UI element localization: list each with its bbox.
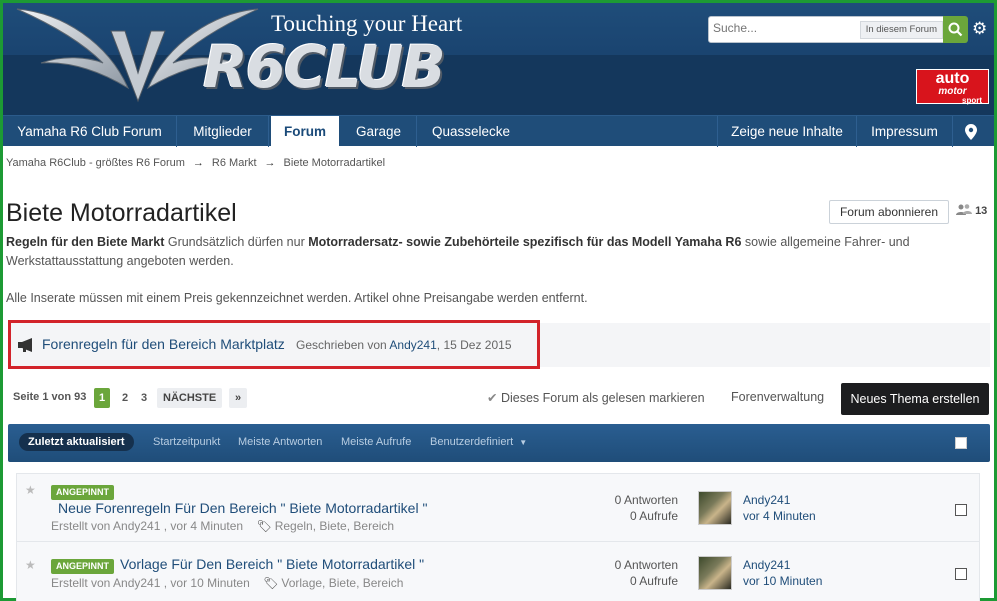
last-page-button[interactable]: » [229, 388, 247, 408]
thread-select-checkbox[interactable] [955, 568, 967, 580]
avatar[interactable] [698, 491, 732, 525]
breadcrumb-separator: → [192, 157, 204, 169]
last-post-info: Andy241 vor 4 Minuten [743, 492, 816, 524]
desc-text-1: Grundsätzlich dürfen nur [164, 235, 309, 249]
star-icon[interactable]: ★ [25, 483, 36, 497]
pinned-badge: ANGEPINNT [51, 485, 115, 500]
reply-count: 0 Antworten [614, 493, 678, 507]
mark-read-label: Dieses Forum als gelesen markieren [500, 391, 705, 405]
search-button[interactable] [943, 16, 968, 43]
new-thread-button[interactable]: Neues Thema erstellen [841, 383, 989, 415]
thread-stats: 0 Antworten 0 Aufrufe [578, 492, 678, 524]
subscribe-forum-button[interactable]: Forum abonnieren [829, 200, 949, 224]
page-title: Biete Motorradartikel [6, 199, 237, 227]
announcement-title[interactable]: Forenregeln für den Bereich Marktplatz [42, 336, 285, 352]
thread-divider [16, 541, 980, 542]
watchers-number: 13 [975, 205, 988, 217]
filter-tab-last-updated[interactable]: Zuletzt aktualisiert [19, 433, 134, 451]
page-3-button[interactable]: 3 [136, 388, 152, 408]
reply-count: 0 Antworten [614, 558, 678, 572]
filter-tab-custom[interactable]: Benutzerdefiniert ▼ [430, 436, 527, 448]
announcement-date: , 15 Dez 2015 [436, 338, 512, 352]
nav-item-impressum[interactable]: Impressum [857, 116, 953, 147]
thread-starter-info[interactable]: Erstellt von Andy241 , vor 4 Minuten [51, 519, 243, 533]
thread-title-link[interactable]: Neue Forenregeln Für Den Bereich " Biete… [58, 500, 427, 516]
filter-tab-most-views[interactable]: Meiste Aufrufe [341, 436, 411, 448]
thread-tags[interactable]: Vorlage, Biete, Bereich [281, 576, 403, 590]
view-count: 0 Aufrufe [629, 509, 678, 523]
last-post-time[interactable]: vor 10 Minuten [743, 573, 822, 589]
users-icon [956, 204, 972, 215]
nav-item-garage[interactable]: Garage [341, 116, 417, 147]
check-icon: ✔ [487, 391, 498, 405]
filter-tab-custom-label: Benutzerdefiniert [430, 436, 514, 448]
forum-admin-link[interactable]: Forenverwaltung [731, 390, 824, 404]
forum-description-price-note: Alle Inserate müssen mit einem Preis gek… [6, 291, 588, 305]
page-2-button[interactable]: 2 [117, 388, 133, 408]
thread-stats: 0 Antworten 0 Aufrufe [578, 557, 678, 589]
ad-line-1: auto [935, 70, 970, 87]
mark-forum-read-link[interactable]: ✔ Dieses Forum als gelesen markieren [487, 390, 705, 405]
breadcrumb-item-current[interactable]: Biete Motorradartikel [284, 157, 386, 169]
forum-description: Regeln für den Biete Markt Grundsätzlich… [6, 233, 966, 271]
logo-text[interactable]: R6CLUB [203, 33, 446, 101]
announcement-meta-prefix: Geschrieben von [296, 338, 387, 352]
nav-item-forum[interactable]: Forum [271, 116, 339, 147]
breadcrumb-item-home[interactable]: Yamaha R6Club - größtes R6 Forum [6, 157, 185, 169]
tag-icon: 🏷 [256, 519, 272, 533]
gear-icon[interactable]: ⚙ [972, 19, 987, 39]
announcement-author[interactable]: Andy241 [389, 338, 436, 352]
nav-item-mitglieder[interactable]: Mitglieder [177, 116, 269, 147]
main-navigation: Yamaha R6 Club Forum Mitglieder Forum Ga… [3, 115, 994, 147]
watchers-count[interactable]: 13 [956, 203, 987, 217]
map-marker-icon[interactable] [953, 116, 989, 147]
breadcrumb-separator: → [264, 157, 276, 169]
search-input[interactable] [713, 21, 843, 35]
last-post-time[interactable]: vor 4 Minuten [743, 508, 816, 524]
nav-item-quasselecke[interactable]: Quasselecke [417, 116, 525, 147]
filter-tab-most-replies[interactable]: Meiste Antworten [238, 436, 322, 448]
thread-tags[interactable]: Regeln, Biete, Bereich [275, 519, 394, 533]
thread-select-checkbox[interactable] [955, 504, 967, 516]
nav-item-yamaha-r6-club-forum[interactable]: Yamaha R6 Club Forum [3, 116, 177, 147]
megaphone-icon [18, 338, 32, 352]
thread-meta: Erstellt von Andy241 , vor 4 Minuten 🏷 Re… [51, 519, 394, 533]
view-count: 0 Aufrufe [629, 574, 678, 588]
next-page-button[interactable]: NÄCHSTE [157, 388, 223, 408]
site-header: R6CLUB Touching your Heart In diesem For… [3, 3, 994, 115]
breadcrumb-item-r6-markt[interactable]: R6 Markt [212, 157, 257, 169]
nav-item-zeige-neue-inhalte[interactable]: Zeige neue Inhalte [717, 116, 857, 147]
tag-icon: 🏷 [263, 576, 279, 590]
thread-title-link[interactable]: Vorlage Für Den Bereich " Biete Motorrad… [120, 556, 424, 572]
page-1-button[interactable]: 1 [94, 388, 110, 408]
pagination-label: Seite 1 von 93 [13, 391, 87, 403]
thread-meta: Erstellt von Andy241 , vor 10 Minuten 🏷 V… [51, 576, 403, 590]
desc-bold-rules: Regeln für den Biete Markt [6, 235, 165, 249]
announcement-meta: Geschrieben von Andy241, 15 Dez 2015 [296, 338, 512, 352]
last-post-author[interactable]: Andy241 [743, 492, 816, 508]
ad-line-3: sport [962, 96, 982, 105]
last-post-info: Andy241 vor 10 Minuten [743, 557, 822, 589]
search-scope-selector[interactable]: In diesem Forum [859, 21, 943, 39]
breadcrumb: Yamaha R6Club - größtes R6 Forum → R6 Mark… [6, 157, 385, 169]
filter-tab-start-date[interactable]: Startzeitpunkt [153, 436, 220, 448]
desc-bold-parts: Motorradersatz- sowie Zubehörteile spezi… [308, 235, 742, 249]
site-tagline: Touching your Heart [271, 11, 463, 36]
star-icon[interactable]: ★ [25, 558, 36, 572]
pinned-badge: ANGEPINNT [51, 559, 115, 574]
thread-starter-info[interactable]: Erstellt von Andy241 , vor 10 Minuten [51, 576, 250, 590]
chevron-down-icon: ▼ [519, 438, 528, 447]
last-post-author[interactable]: Andy241 [743, 557, 822, 573]
auto-motor-sport-ad[interactable]: auto motor sport [916, 69, 989, 105]
search-box[interactable]: In diesem Forum [708, 16, 948, 43]
search-icon [948, 22, 963, 37]
select-all-checkbox[interactable] [955, 437, 967, 449]
avatar[interactable] [698, 556, 732, 590]
